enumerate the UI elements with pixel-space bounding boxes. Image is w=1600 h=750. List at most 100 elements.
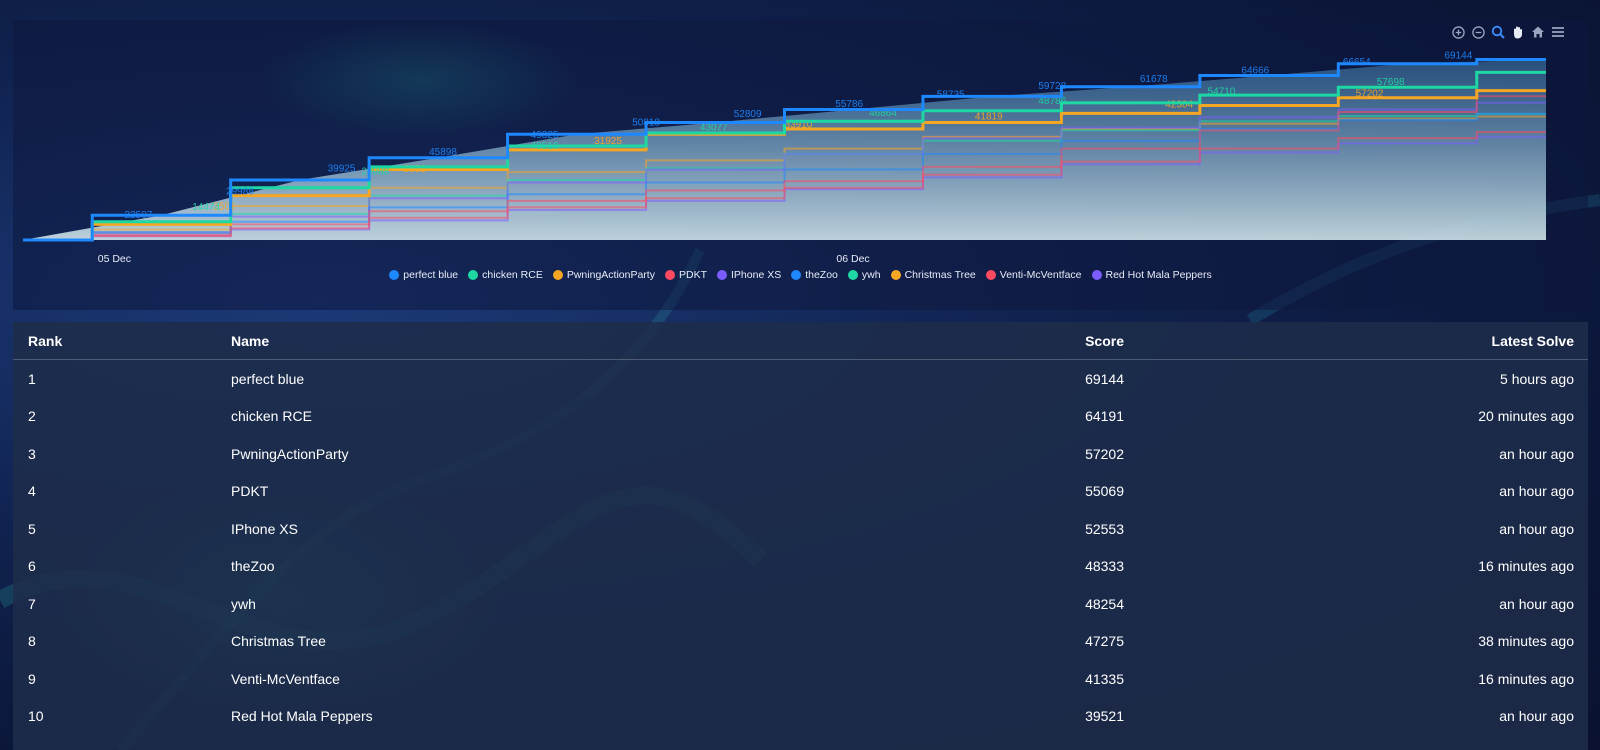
chart-legend: perfect blue chicken RCE PwningActionParty… [13,269,1588,281]
rank-cell: 2 [28,408,36,425]
rank-cell: 3 [28,445,36,462]
legend-marker-icon [890,270,901,280]
data-label: 64666 [1241,66,1269,77]
menu-icon[interactable] [1550,24,1566,40]
data-label: 42304 [1165,99,1193,110]
chart-toolbar [1450,24,1566,40]
zoom-out-icon[interactable] [1470,24,1486,40]
legend-marker-icon [1091,270,1102,280]
table-row[interactable]: 4 PDKT 55069 an hour ago [13,473,1588,511]
rank-cell: 7 [28,595,36,612]
score-chart: 2501585331925339104181942304572021447429… [23,51,1546,265]
data-label: 54710 [1208,87,1236,98]
latest-solve-cell: an hour ago [1499,445,1574,462]
legend-label: PwningActionParty [566,269,655,281]
scoreboard-table: Rank Name Score Latest Solve 1 perfect bl… [13,322,1588,735]
x-tick-label: 06 Dec [836,253,869,265]
score-cell: 69144 [1085,370,1124,387]
latest-solve-cell: an hour ago [1499,483,1574,500]
name-header[interactable]: Name [231,322,804,360]
team-name-cell[interactable]: ywh [231,585,804,623]
zoom-in-icon[interactable] [1450,24,1466,40]
legend-marker-icon [389,270,400,280]
legend-marker-icon [664,270,675,280]
team-name-cell[interactable]: Red Hot Mala Peppers [231,698,804,736]
table-row[interactable]: 6 theZoo 48333 16 minutes ago [13,548,1588,586]
legend-item[interactable]: Red Hot Mala Peppers [1091,269,1212,281]
data-label: 55786 [835,99,863,110]
table-row[interactable]: 9 Venti-McVentface 41335 16 minutes ago [13,660,1588,698]
score-chart-panel: 2501 5853 31925 33910 41819 42304 57202 14474 29… [13,20,1588,310]
table-row[interactable]: 3 PwningActionParty 57202 an hour ago [13,435,1588,473]
latest-solve-cell: an hour ago [1499,595,1574,612]
team-name-cell[interactable]: theZoo [231,548,804,586]
rank-header[interactable]: Rank [13,322,231,360]
legend-label: Christmas Tree [904,269,976,281]
data-label: 61678 [1140,74,1168,85]
legend-item[interactable]: PDKT [664,269,707,281]
rank-cell: 9 [28,670,36,687]
table-row[interactable]: 8 Christmas Tree 47275 38 minutes ago [13,623,1588,661]
legend-marker-icon [791,270,802,280]
rank-cell: 10 [28,708,44,725]
data-label: 29988 [361,166,389,177]
legend-marker-icon [552,270,563,280]
legend-item[interactable]: Christmas Tree [890,269,976,281]
table-header-row: Rank Name Score Latest Solve [13,322,1588,360]
data-label: 57698 [1377,77,1405,88]
legend-item[interactable]: theZoo [791,269,838,281]
x-tick-label: 05 Dec [98,253,131,265]
score-header[interactable]: Score [804,322,1124,360]
team-name-cell[interactable]: PwningActionParty [231,435,804,473]
table-row[interactable]: 2 chicken RCE 64191 20 minutes ago [13,398,1588,436]
score-cell: 47275 [1085,633,1124,650]
team-name-cell[interactable]: perfect blue [231,360,804,398]
table-row[interactable]: 7 ywh 48254 an hour ago [13,585,1588,623]
legend-item[interactable]: perfect blue [389,269,458,281]
team-name-cell[interactable]: PDKT [231,473,804,511]
legend-marker-icon [847,270,858,280]
legend-item[interactable]: chicken RCE [468,269,543,281]
table-row[interactable]: 1 perfect blue 69144 5 hours ago [13,360,1588,398]
legend-label: Venti-McVentface [999,269,1082,281]
latest-solve-cell: 38 minutes ago [1478,633,1574,650]
legend-item[interactable]: Venti-McVentface [985,269,1082,281]
rank-cell: 8 [28,633,36,650]
data-label: 57202 [1356,89,1384,100]
score-cell: 48333 [1085,558,1124,575]
legend-label: ywh [861,269,881,281]
latest-solve-cell: 20 minutes ago [1478,408,1574,425]
score-cell: 48254 [1085,595,1124,612]
scoreboard-table-panel: Rank Name Score Latest Solve 1 perfect bl… [13,322,1588,750]
data-label: 22507 [125,210,153,221]
latest-solve-header[interactable]: Latest Solve [1124,322,1588,360]
legend-label: perfect blue [403,269,459,281]
table-row[interactable]: 10 Red Hot Mala Peppers 39521 an hour ago [13,698,1588,736]
table-row[interactable]: 5 IPhone XS 52553 an hour ago [13,510,1588,548]
legend-item[interactable]: IPhone XS [717,269,781,281]
rank-cell: 4 [28,483,36,500]
legend-item[interactable]: ywh [847,269,881,281]
team-name-cell[interactable]: Christmas Tree [231,623,804,661]
legend-item[interactable]: PwningActionParty [552,269,655,281]
latest-solve-cell: 16 minutes ago [1478,558,1574,575]
legend-label: Red Hot Mala Peppers [1105,269,1212,281]
score-cell: 52553 [1085,520,1124,537]
latest-solve-cell: 5 hours ago [1500,370,1574,387]
team-name-cell[interactable]: IPhone XS [231,510,804,548]
hand-icon[interactable] [1510,24,1526,40]
team-name-cell[interactable]: Venti-McVentface [231,660,804,698]
data-label: 69144 [1444,51,1472,62]
legend-label: IPhone XS [731,269,782,281]
home-icon[interactable] [1530,24,1546,40]
data-label: 59728 [1038,81,1066,92]
score-cell: 64191 [1085,408,1124,425]
score-cell: 41335 [1085,670,1124,687]
rank-cell: 1 [28,370,36,387]
legend-marker-icon [717,270,727,280]
data-label: 41819 [975,111,1003,122]
magnifier-icon[interactable] [1490,24,1506,40]
data-label: 39925 [328,164,356,175]
rank-cell: 5 [28,520,36,537]
team-name-cell[interactable]: chicken RCE [231,398,804,436]
